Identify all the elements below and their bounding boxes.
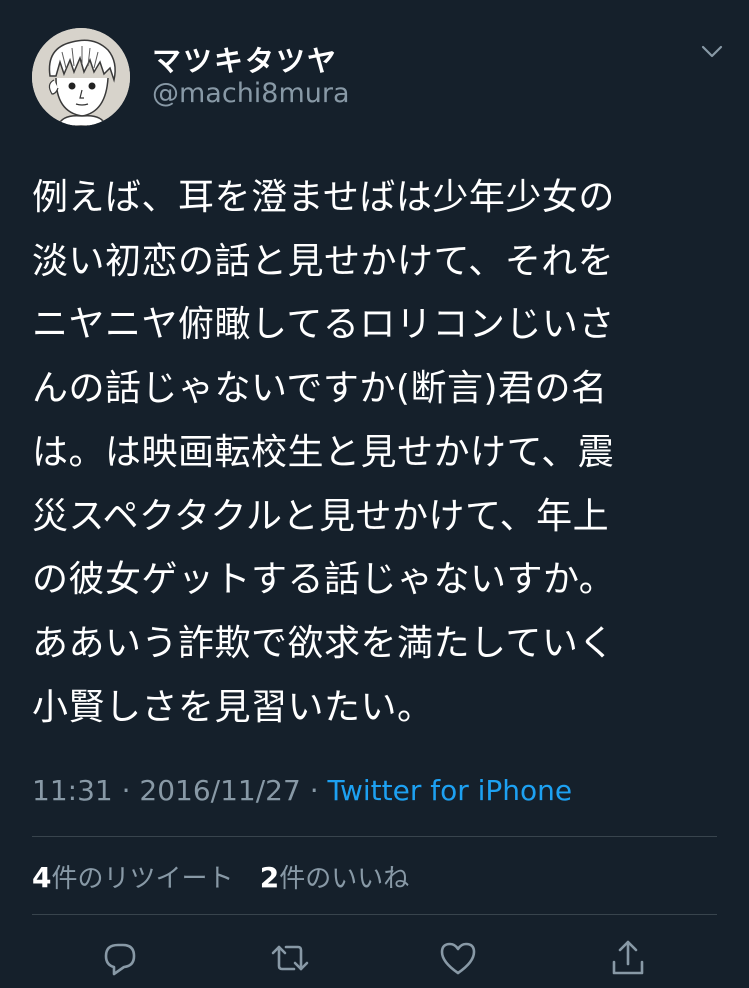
retweet-count: 4 — [32, 861, 52, 894]
user-handle[interactable]: @machi8mura — [152, 78, 350, 109]
meta-separator: · — [112, 774, 140, 807]
tweet-time: 11:31 — [32, 774, 113, 807]
meta-separator: · — [300, 774, 328, 807]
tweet-stats: 4件のリツイート 2件のいいね — [32, 858, 427, 895]
avatar-icon — [32, 28, 130, 126]
tweet-text-line: 小賢しさを見習いたい。 — [32, 686, 434, 728]
divider — [32, 914, 717, 915]
reply-button[interactable] — [98, 936, 142, 980]
tweet-text: 例えば、耳を澄ませばは少年少女の 淡い初恋の話と見せかけて、それを ニヤニヤ俯瞰… — [32, 166, 712, 739]
tweet-text-line: 災スペクタクルと見せかけて、年上 — [32, 495, 610, 537]
retweet-label: 件のリツイート — [51, 864, 234, 894]
tweet-actions — [0, 936, 749, 988]
share-icon — [612, 940, 644, 975]
avatar[interactable] — [32, 28, 130, 126]
like-label: 件のいいね — [279, 864, 410, 894]
tweet-text-line: ああいう詐欺で欲求を満たしていく — [32, 622, 615, 664]
reply-icon — [104, 943, 136, 976]
tweet-text-line: 淡い初恋の話と見せかけて、それを — [32, 240, 615, 282]
divider — [32, 836, 717, 837]
tweet-text-line: 例えば、耳を澄ませばは少年少女の — [32, 177, 615, 218]
tweet-text-line: は。は映画転校生と見せかけて、震 — [32, 431, 615, 473]
share-button[interactable] — [606, 936, 650, 980]
like-button[interactable] — [436, 936, 480, 980]
tweet-date[interactable]: 2016/11/27 — [139, 774, 300, 807]
like-count: 2 — [259, 861, 280, 894]
display-name[interactable]: マツキタツヤ — [152, 38, 338, 80]
tweet-text-line: ニヤニヤ俯瞰してるロリコンじいさ — [32, 304, 615, 346]
heart-icon — [440, 942, 476, 975]
retweet-stat[interactable]: 4件のリツイート — [32, 861, 234, 894]
tweet-source-link[interactable]: Twitter for iPhone — [328, 774, 573, 807]
retweet-button[interactable] — [268, 936, 312, 980]
like-stat[interactable]: 2件のいいね — [259, 861, 410, 894]
tweet-text-line: んの話じゃないですか(断言)君の名 — [32, 368, 608, 410]
tweet-header: マツキタツヤ @machi8mura — [32, 28, 725, 126]
tweet-text-line: の彼女ゲットする話じゃないすか。 — [32, 559, 616, 601]
retweet-icon — [271, 945, 309, 971]
chevron-down-icon[interactable] — [699, 38, 725, 64]
tweet-meta: 11:31 · 2016/11/27 · Twitter for iPhone — [32, 774, 572, 807]
